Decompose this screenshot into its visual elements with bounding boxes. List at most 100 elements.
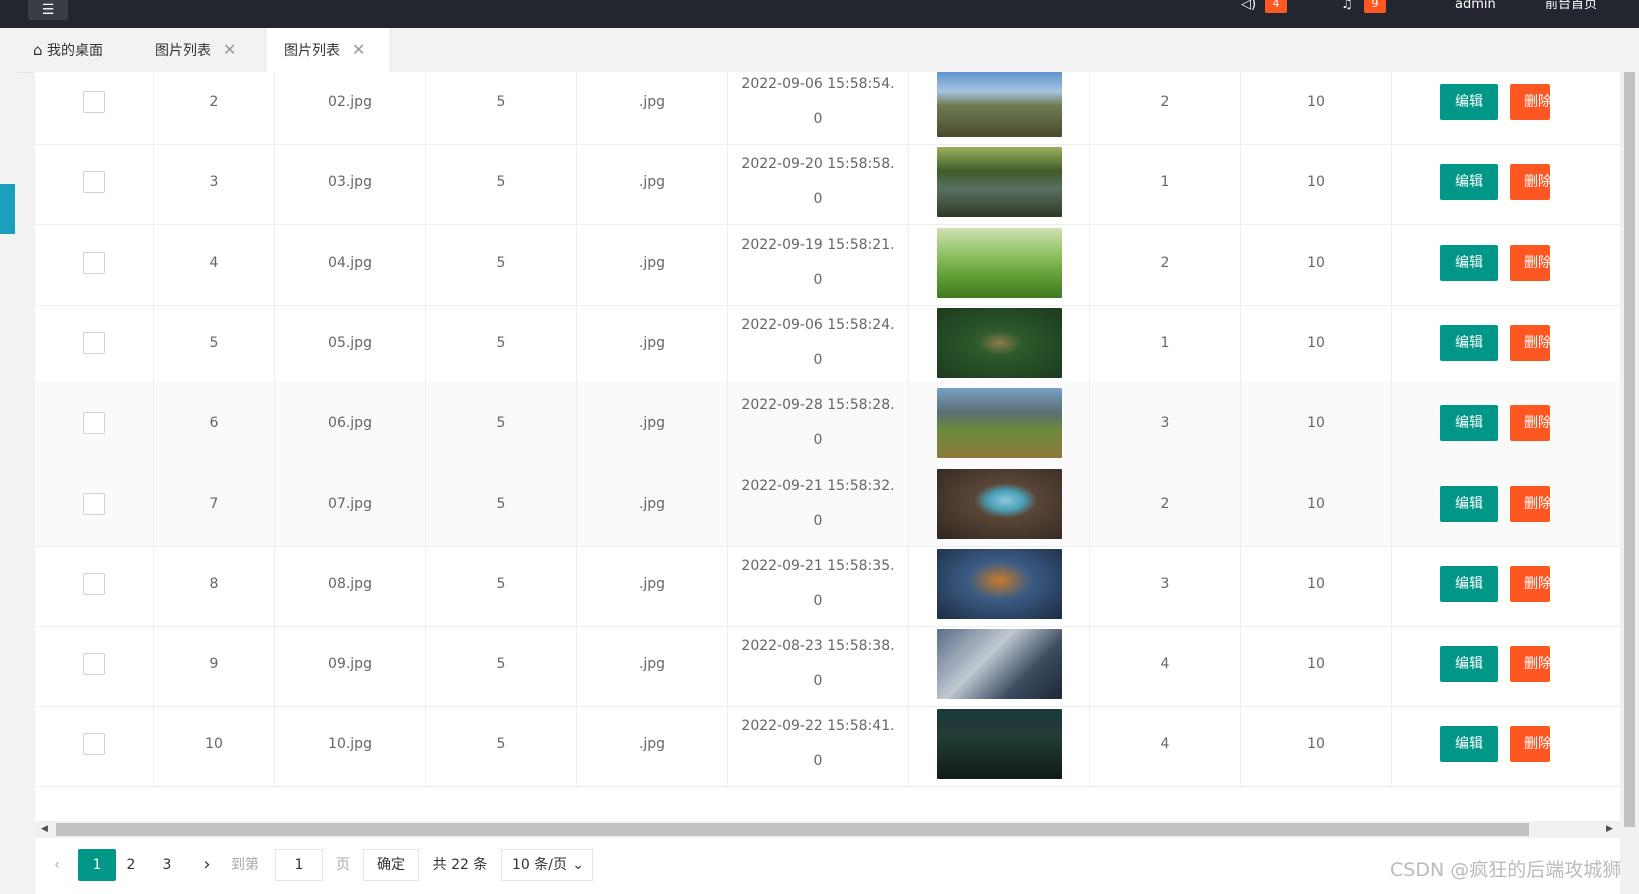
value-cell: 5 [426,381,577,466]
image-thumbnail[interactable] [936,468,1062,539]
date-cell: 2022-09-22 15:58:41. 0 [728,702,909,787]
row-checkbox[interactable] [83,91,105,113]
megaphone-icon[interactable]: ◁) [1241,0,1256,14]
date-fraction-text: 0 [813,673,823,690]
watermark: CSDN @疯狂的后端攻城狮 [1390,859,1622,881]
vertical-scroll-thumb[interactable] [1624,72,1635,827]
horizontal-scroll-thumb[interactable] [56,823,1529,836]
extension-cell: .jpg [577,300,728,385]
scroll-right-icon[interactable]: ▶ [1606,821,1613,838]
tab-label: 我的桌面 [46,43,103,59]
page-unit-label: 页 [336,857,350,873]
image-thumbnail[interactable] [936,147,1062,218]
image-thumbnail[interactable] [936,72,1062,137]
goto-label: 到第 [231,857,259,873]
edit-button[interactable]: 编辑 [1440,485,1498,522]
edit-button[interactable]: 编辑 [1440,164,1498,201]
tab-desktop[interactable]: ⌂ 我的桌面 [33,28,133,72]
image-thumbnail[interactable] [936,227,1062,298]
tab-image-list-2[interactable]: 图片列表 ✕ [265,28,391,72]
image-thumbnail[interactable] [936,709,1062,780]
page-size-select[interactable]: 10 条/页 ⌄ [501,849,593,881]
checkbox-cell [35,461,154,546]
prev-page-icon[interactable]: ‹ [49,849,65,881]
checkbox-cell [35,702,154,787]
scroll-left-icon[interactable]: ◀ [41,821,48,838]
delete-button[interactable]: 删除 [1510,244,1550,281]
image-thumbnail[interactable] [936,388,1062,459]
date-fraction-text: 0 [813,512,823,529]
next-page-icon[interactable]: › [199,849,215,881]
vertical-scrollbar[interactable] [1620,72,1639,894]
image-thumbnail[interactable] [936,307,1062,378]
edit-button[interactable]: 编辑 [1440,646,1498,683]
image-thumbnail[interactable] [936,548,1062,619]
delete-button[interactable]: 删除 [1510,84,1550,120]
tab-image-list-1[interactable]: 图片列表 ✕ [155,28,265,72]
thumbnail-cell [909,541,1090,626]
side-nav-indicator[interactable] [0,184,15,234]
confirm-button[interactable]: 确定 [363,849,419,881]
edit-button[interactable]: 编辑 [1440,565,1498,602]
page-1-button[interactable]: 1 [78,849,116,881]
close-icon[interactable]: ✕ [352,40,365,59]
actions-cell: 编辑 删除 [1392,381,1620,465]
date-fraction-text: 0 [813,271,823,288]
filename-cell: 04.jpg [275,220,426,305]
actions-cell: 编辑 删除 [1392,140,1620,224]
user-menu[interactable]: admin [1455,0,1496,14]
page-3-button[interactable]: 3 [159,849,175,881]
delete-button[interactable]: 删除 [1510,324,1550,361]
value-cell: 5 [426,72,577,144]
id-cell: 4 [154,220,275,305]
checkbox-cell [35,140,154,225]
table-container: 2 02.jpg 5 .jpg 2022-09-06 15:58:54. 0 2 10 编辑 删除… [35,72,1620,894]
delete-button[interactable]: 删除 [1510,164,1550,201]
edit-button[interactable]: 编辑 [1440,405,1498,442]
id-cell: 9 [154,622,275,707]
extension-cell: .jpg [577,381,728,466]
page-2-button[interactable]: 2 [123,849,139,881]
date-fraction-text: 0 [813,191,823,208]
row-checkbox[interactable] [83,492,105,515]
edit-button[interactable]: 编辑 [1440,726,1498,763]
count-cell: 4 [1090,622,1241,707]
date-cell: 2022-09-20 15:58:58. 0 [728,140,909,225]
thumbnail-cell [909,461,1090,546]
menu-toggle-button[interactable]: ☰ [28,0,68,20]
close-icon[interactable]: ✕ [223,40,236,59]
size-cell: 10 [1241,140,1392,225]
filename-cell: 06.jpg [275,381,426,466]
announcement-badge: 4 [1265,0,1287,13]
date-cell: 2022-09-21 15:58:35. 0 [728,541,909,626]
delete-button[interactable]: 删除 [1510,405,1550,442]
row-checkbox[interactable] [83,171,105,194]
row-checkbox[interactable] [83,331,105,354]
total-count: 共 22 条 [432,857,488,873]
pagination: ‹ 1 2 3 › 到第 1 页 确定 共 22 条 10 条/页 ⌄ [35,839,1620,894]
row-checkbox[interactable] [83,653,105,676]
filename-cell: 09.jpg [275,622,426,707]
goto-page-input[interactable]: 1 [275,849,323,881]
delete-button[interactable]: 删除 [1510,485,1550,522]
bell-icon[interactable]: ♫ [1341,0,1353,14]
delete-button[interactable]: 删除 [1510,565,1550,602]
id-cell: 10 [154,702,275,787]
table-row: 9 09.jpg 5 .jpg 2022-08-23 15:58:38. 0 4 10 编辑 删除 [35,622,1620,708]
checkbox-cell [35,381,154,466]
horizontal-scrollbar[interactable]: ◀ ▶ [35,821,1620,838]
checkbox-cell [35,541,154,626]
image-thumbnail[interactable] [936,629,1062,700]
extension-cell: .jpg [577,220,728,305]
date-fraction-text: 0 [813,351,823,368]
delete-button[interactable]: 删除 [1510,726,1550,763]
row-checkbox[interactable] [83,251,105,274]
delete-button[interactable]: 删除 [1510,646,1550,683]
row-checkbox[interactable] [83,572,105,595]
row-checkbox[interactable] [83,733,105,756]
edit-button[interactable]: 编辑 [1440,324,1498,361]
edit-button[interactable]: 编辑 [1440,244,1498,281]
edit-button[interactable]: 编辑 [1440,84,1498,120]
row-checkbox[interactable] [83,412,105,435]
front-home-link[interactable]: 前台首页 [1545,0,1597,14]
